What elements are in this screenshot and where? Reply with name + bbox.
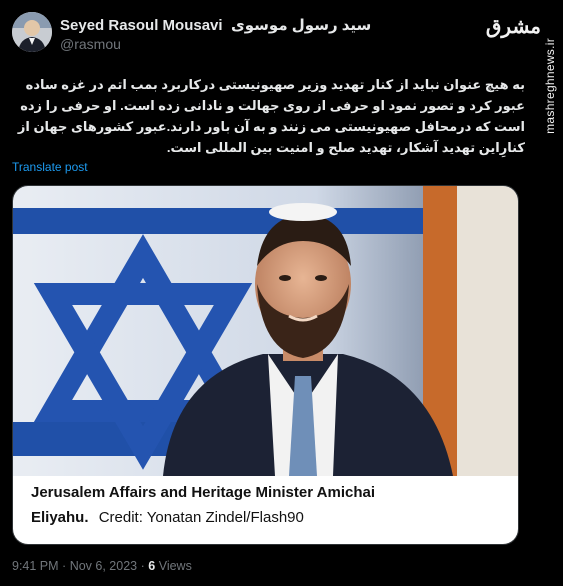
card-photo[interactable] [13, 186, 518, 476]
meta-separator-2: · [140, 559, 145, 573]
author-name-line[interactable]: Seyed Rasoul Mousavi سید رسول موسوی [60, 16, 371, 35]
media-card[interactable]: Jerusalem Affairs and Heritage Minister … [12, 185, 519, 545]
caption-name: Eliyahu. [31, 509, 89, 526]
author-display-name[interactable]: Seyed Rasoul Mousavi [60, 17, 223, 34]
views-count: 6 [148, 559, 156, 573]
caption-line-2: Eliyahu. Credit: Yonatan Zindel/Flash90 [31, 509, 304, 526]
translate-post-link[interactable]: Translate post [12, 160, 88, 174]
author-handle[interactable]: @rasmou [60, 36, 121, 52]
minister-photo [13, 186, 518, 476]
site-watermark: mashreghnews.ir [543, 38, 557, 134]
author-display-name-fa[interactable]: سید رسول موسوی [231, 17, 371, 34]
tweet-meta: 9:41 PM · Nov 6, 2023 · 6 Views [12, 559, 192, 573]
card-caption: Jerusalem Affairs and Heritage Minister … [13, 476, 518, 544]
avatar-image [12, 12, 52, 52]
tweet-date[interactable]: Nov 6, 2023 [70, 559, 137, 573]
mashregh-logo: مشرق [485, 14, 541, 38]
caption-credit: Credit: Yonatan Zindel/Flash90 [98, 509, 304, 526]
meta-separator: · [62, 559, 67, 573]
tweet-header: Seyed Rasoul Mousavi سید رسول موسوی @ras… [12, 12, 523, 60]
tweet-text: به هیچ عنوان نباید از کنار تهدید وزیر صه… [17, 77, 525, 155]
views-label: Views [158, 559, 192, 573]
tweet-time[interactable]: 9:41 PM [12, 559, 59, 573]
author-avatar[interactable] [12, 12, 52, 52]
caption-line-1: Jerusalem Affairs and Heritage Minister … [31, 484, 376, 501]
